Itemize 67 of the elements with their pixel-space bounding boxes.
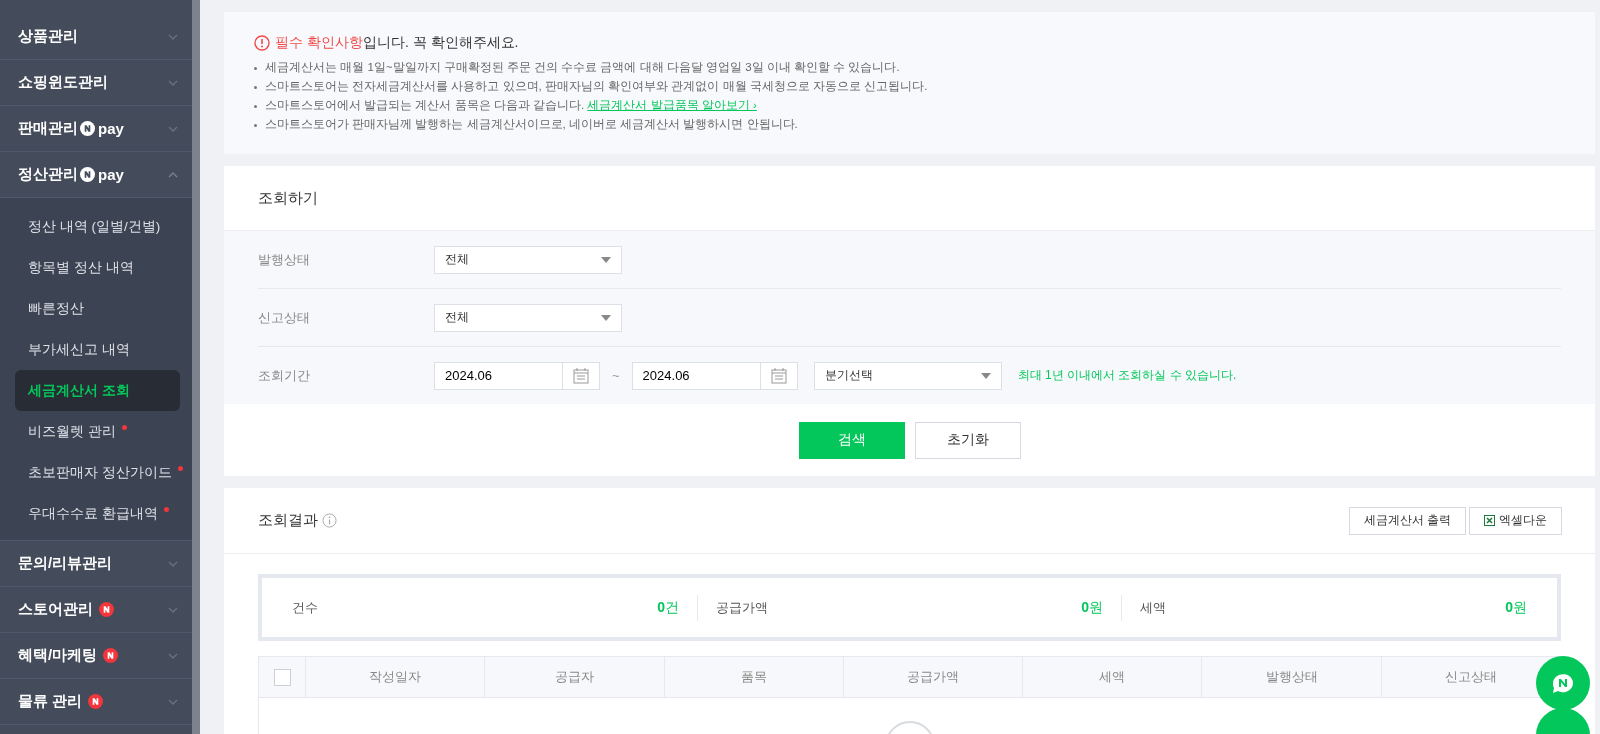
- submenu-item[interactable]: 우대수수료 환급내역: [15, 493, 180, 534]
- new-badge-icon: [88, 694, 104, 709]
- alert-icon: [254, 35, 270, 51]
- n-logo-icon: [80, 121, 95, 136]
- select-dropdown[interactable]: 분기선택: [813, 361, 1002, 390]
- bullet-dot: [254, 105, 257, 108]
- sidebar-menu-item[interactable]: 혜택/마케팅: [0, 633, 192, 679]
- select-dropdown[interactable]: 전체: [434, 303, 622, 332]
- summary-label: 건수: [292, 598, 318, 617]
- bullet-dot: [254, 86, 257, 89]
- submenu-item[interactable]: 비즈월렛 관리: [15, 411, 180, 452]
- select-all-checkbox[interactable]: [273, 668, 291, 686]
- sidebar-menu-item[interactable]: 쇼핑윈도관리: [0, 60, 192, 106]
- notice-title: 필수 확인사항입니다. 꼭 확인해주세요.: [275, 34, 519, 52]
- submenu-item[interactable]: 빠른정산: [15, 288, 180, 329]
- info-icon: [322, 513, 337, 528]
- print-button[interactable]: 세금계산서 출력: [1348, 506, 1466, 535]
- bullet-dot: [254, 67, 257, 70]
- sidebar-menu-item[interactable]: 물류 관리: [0, 679, 192, 725]
- sidebar-menu-item[interactable]: 상품관리: [0, 14, 192, 60]
- summary-value: 0원: [1081, 598, 1103, 617]
- calendar-icon: [573, 367, 589, 384]
- field-label: 조회기간: [258, 366, 311, 385]
- select-dropdown[interactable]: 전체: [434, 245, 622, 274]
- notice-text: 스마트스토어에서 발급되는 계산서 품목은 다음과 같습니다. 세금계산서 발급품목 알아보기 ›: [265, 98, 757, 113]
- column-header: 발행상태: [1202, 657, 1382, 697]
- sidebar-menu-item[interactable]: 스토어관리: [0, 587, 192, 633]
- column-header: 작성일자: [306, 657, 486, 697]
- section-title: 조회결과: [258, 511, 318, 530]
- n-logo-icon: [80, 167, 95, 182]
- dropdown-arrow-icon: [601, 314, 611, 321]
- summary-label: 세액: [1140, 598, 1166, 617]
- sidebar-menu-item[interactable]: 문의/리뷰관리: [0, 541, 192, 587]
- pay-label: pay: [98, 120, 124, 137]
- excel-download-button[interactable]: 엑셀다운: [1469, 506, 1562, 535]
- calendar-icon: [770, 367, 787, 384]
- summary-value: 0원: [1505, 598, 1527, 617]
- pay-label: pay: [98, 166, 124, 183]
- bullet-dot: [254, 124, 257, 127]
- hint-text: 최대 1년 이내에서 조회하실 수 있습니다.: [1017, 367, 1237, 384]
- submenu-item[interactable]: 세금계산서 조회: [15, 370, 180, 411]
- submenu-item[interactable]: 정산 내역 (일별/건별): [15, 206, 180, 247]
- notice-text: 세금계산서는 매월 1일~말일까지 구매확정된 주문 건의 수수료 금액에 대해 다음달 영업일 3일 이내 확인할 수 있습니다.: [265, 60, 900, 75]
- date-field[interactable]: 2024.06: [631, 361, 798, 390]
- sidebar-menu-item[interactable]: 판매관리 pay: [0, 106, 192, 152]
- spreadsheet-icon: [1484, 515, 1495, 526]
- dropdown-arrow-icon: [980, 372, 991, 379]
- field-label: 신고상태: [258, 308, 311, 327]
- new-badge-icon: [99, 602, 114, 617]
- column-header: 공급가액: [843, 657, 1024, 697]
- date-field[interactable]: 2024.06: [434, 361, 600, 390]
- field-label: 발행상태: [258, 250, 311, 269]
- notice-text: 스마트스토어는 전자세금계산서를 사용하고 있으며, 판매자님의 확인여부와 관계없이 매월 국세청으로 자동으로 신고됩니다.: [265, 79, 928, 94]
- submenu-item[interactable]: 초보판매자 정산가이드: [15, 452, 180, 493]
- column-header: 세액: [1023, 657, 1203, 697]
- notice-text: 스마트스토어가 판매자님께 발행하는 세금계산서이므로, 네이버로 세금계산서 발행하시면 안됩니다.: [265, 117, 798, 132]
- new-badge-icon: [103, 648, 119, 663]
- summary-label: 공급가액: [716, 598, 768, 617]
- submenu-item[interactable]: 부가세신고 내역: [15, 329, 180, 370]
- summary-value: 0건: [657, 598, 679, 617]
- column-header: 신고상태: [1443, 668, 1498, 686]
- dropdown-arrow-icon: [601, 256, 611, 263]
- submenu-item[interactable]: 항목별 정산 내역: [15, 247, 180, 288]
- column-header: 공급자: [485, 657, 665, 697]
- column-header: 품목: [664, 657, 844, 697]
- reset-button[interactable]: 초기화: [914, 421, 1021, 459]
- range-separator: ~: [612, 368, 620, 383]
